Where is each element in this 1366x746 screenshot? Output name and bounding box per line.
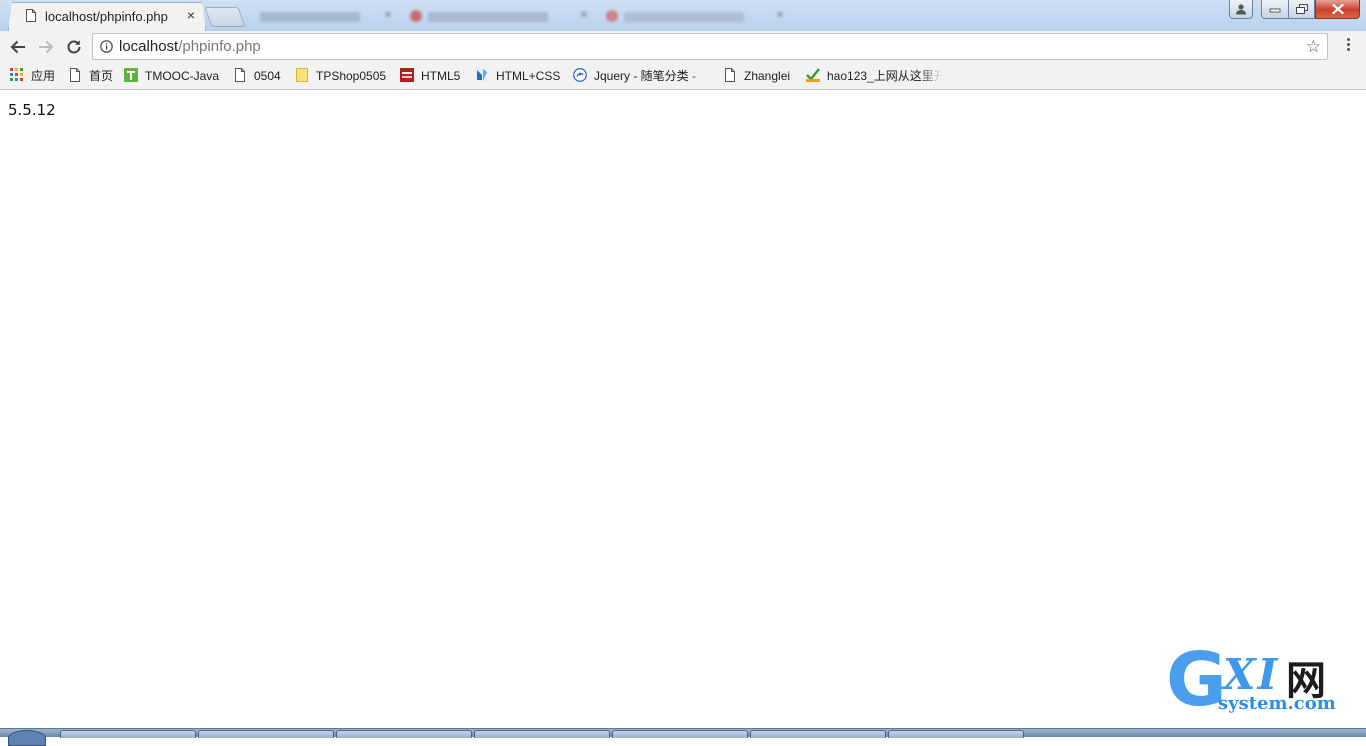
taskbar-item[interactable]: [60, 730, 196, 738]
bookmark-tmooc[interactable]: TMOOC-Java: [124, 68, 226, 84]
taskbar-item[interactable]: [888, 730, 1024, 738]
kebab-menu-icon[interactable]: [1341, 38, 1355, 56]
bookmark-home[interactable]: 首页: [68, 68, 118, 84]
tab-active[interactable]: localhost/phpinfo.php ×: [8, 2, 206, 31]
page-icon: [70, 68, 80, 82]
minimize-icon: [1269, 8, 1281, 13]
close-tab-icon[interactable]: ×: [580, 6, 588, 22]
watermark-letters: XI: [1223, 650, 1280, 699]
hao123-icon: [806, 68, 820, 82]
taskbar-item[interactable]: [750, 730, 886, 738]
tmooc-icon: [124, 68, 138, 82]
forward-button[interactable]: [36, 37, 56, 57]
tab-title-blurred: [428, 12, 548, 22]
bookmark-label: HTML+CSS: [496, 69, 561, 83]
bookmark-label: TMOOC-Java: [145, 69, 220, 83]
html5-site-icon: [400, 68, 414, 82]
site-favicon-icon: [410, 10, 422, 22]
url-path: /phpinfo.php: [178, 38, 261, 55]
close-tab-icon[interactable]: ×: [187, 7, 195, 23]
bookmark-label: hao123_上网从这里开: [827, 69, 942, 83]
bookmark-tpshop[interactable]: TPShop0505: [295, 68, 395, 84]
info-icon[interactable]: [100, 40, 113, 53]
page-icon: [26, 9, 36, 22]
maximize-button[interactable]: [1288, 0, 1315, 19]
bookmark-html5[interactable]: HTML5: [400, 68, 468, 84]
bookmark-label: 应用: [31, 69, 56, 83]
tab-background[interactable]: ×: [598, 2, 788, 31]
url-host: localhost: [119, 38, 179, 55]
minimize-button[interactable]: [1261, 0, 1289, 19]
tab-title-blurred: [624, 12, 744, 22]
taskbar-item[interactable]: [612, 730, 748, 738]
bookmark-label: HTML5: [421, 69, 461, 83]
bookmark-html-css[interactable]: HTML+CSS: [475, 68, 565, 84]
bookmark-apps[interactable]: 应用: [10, 68, 60, 84]
tab-background[interactable]: ×: [402, 2, 592, 31]
tab-title-blurred: [260, 12, 360, 22]
bookmarks-bar: 应用 首页 TMOOC-Java 0504 TPShop0505 HTML5 H…: [0, 63, 1366, 90]
close-icon: [1331, 4, 1344, 14]
site-watermark: G XI 网 system.com: [1166, 640, 1366, 730]
profile-button[interactable]: [1229, 0, 1253, 19]
taskbar-item[interactable]: [474, 730, 610, 738]
php-version-text: 5.5.12: [8, 101, 56, 119]
bookmark-label: 0504: [254, 69, 281, 83]
site-favicon-icon: [606, 10, 618, 22]
html-css-site-icon: [475, 68, 489, 82]
arrow-left-icon: [10, 40, 25, 54]
new-tab-button[interactable]: [204, 7, 246, 27]
tab-title: localhost/phpinfo.php: [45, 9, 168, 24]
browser-toolbar: localhost/phpinfo.php ☆: [0, 31, 1366, 63]
close-window-button[interactable]: [1315, 0, 1360, 19]
bookmark-zhanglei[interactable]: Zhanglei: [723, 68, 798, 84]
page-icon: [235, 68, 245, 82]
tab-strip: localhost/phpinfo.php × × × ×: [0, 0, 1366, 31]
restore-icon: [1295, 4, 1308, 14]
start-button[interactable]: [8, 730, 46, 746]
page-icon: [725, 68, 735, 82]
back-button[interactable]: [8, 37, 28, 57]
bookmark-label: Zhanglei: [744, 69, 791, 83]
url-text[interactable]: localhost/phpinfo.php: [119, 38, 261, 55]
bookmark-label: Jquery - 随笔分类 -: [594, 69, 697, 83]
bookmark-label: 首页: [89, 69, 114, 83]
bookmark-jquery[interactable]: Jquery - 随笔分类 -: [573, 68, 713, 84]
user-icon: [1236, 4, 1246, 15]
close-tab-icon[interactable]: ×: [776, 6, 784, 22]
jquery-site-icon: [573, 68, 587, 82]
reload-button[interactable]: [64, 37, 84, 57]
watermark-site: system.com: [1218, 693, 1336, 714]
bookmark-label: TPShop0505: [316, 69, 387, 83]
taskbar-item[interactable]: [336, 730, 472, 738]
reload-icon: [67, 40, 81, 54]
page-content: 5.5.12: [0, 90, 1366, 728]
tab-background[interactable]: ×: [246, 2, 396, 31]
arrow-right-icon: [39, 40, 54, 54]
folder-icon: [296, 68, 308, 82]
star-icon[interactable]: ☆: [1306, 38, 1321, 55]
apps-grid-icon: [10, 68, 23, 81]
taskbar-item[interactable]: [198, 730, 334, 738]
bookmark-hao123[interactable]: hao123_上网从这里开: [806, 68, 946, 84]
address-bar[interactable]: localhost/phpinfo.php ☆: [92, 33, 1328, 60]
close-tab-icon[interactable]: ×: [384, 6, 392, 22]
bookmark-0504[interactable]: 0504: [233, 68, 288, 84]
